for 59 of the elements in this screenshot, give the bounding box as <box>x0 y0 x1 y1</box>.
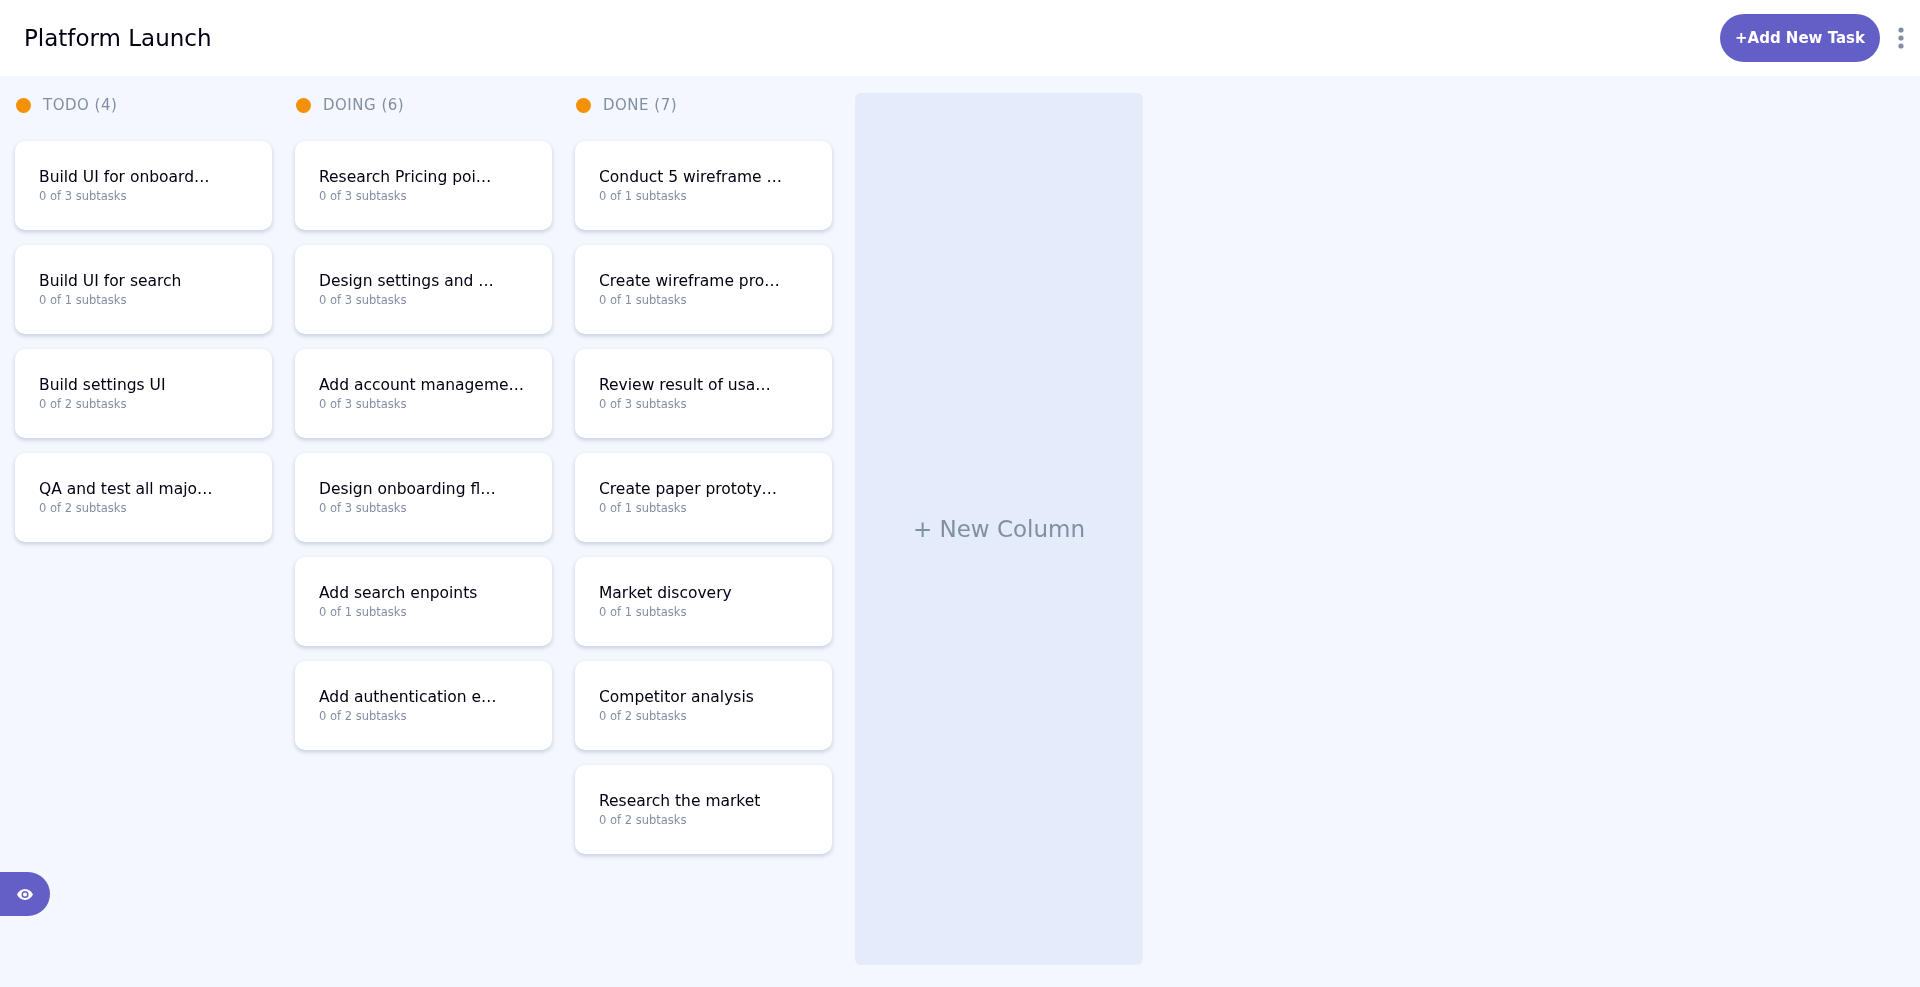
task-card[interactable]: Create wireframe pro… 0 of 1 subtasks <box>575 245 832 334</box>
task-title: Create wireframe pro… <box>599 272 781 290</box>
column-heading: TODO (4) <box>43 96 118 114</box>
subtask-count: 0 of 3 subtasks <box>319 397 408 411</box>
subtask-count: 0 of 1 subtasks <box>599 293 688 307</box>
column-heading: DOING (6) <box>323 96 405 114</box>
task-card[interactable]: Build UI for onboard… 0 of 3 subtasks <box>15 141 272 230</box>
task-title: Build UI for onboard… <box>39 168 211 186</box>
task-title: Research the market <box>599 792 762 810</box>
task-title: Review result of usa… <box>599 376 772 394</box>
task-card[interactable]: QA and test all majo… 0 of 2 subtasks <box>15 453 272 542</box>
task-title: Build UI for search <box>39 272 183 290</box>
task-title: Add search enpoints <box>319 584 479 602</box>
task-title: Conduct 5 wireframe … <box>599 168 784 186</box>
add-new-task-button[interactable]: +Add New Task <box>1720 14 1880 62</box>
column-heading: DONE (7) <box>603 96 678 114</box>
task-card[interactable]: Research Pricing poi… 0 of 3 subtasks <box>295 141 552 230</box>
subtask-count: 0 of 3 subtasks <box>599 397 688 411</box>
task-card[interactable]: Competitor analysis 0 of 2 subtasks <box>575 661 832 750</box>
task-card[interactable]: Add authentication e… 0 of 2 subtasks <box>295 661 552 750</box>
task-title: Market discovery <box>599 584 733 602</box>
task-title: Add authentication e… <box>319 688 498 706</box>
subtask-count: 0 of 1 subtasks <box>599 501 688 515</box>
subtask-count: 0 of 3 subtasks <box>319 189 408 203</box>
task-title: Create paper prototy… <box>599 480 779 498</box>
subtask-count: 0 of 3 subtasks <box>319 293 408 307</box>
task-title: Design onboarding fl… <box>319 480 497 498</box>
task-title: Design settings and … <box>319 272 495 290</box>
task-title: Add account manageme… <box>319 376 526 394</box>
task-title: Competitor analysis <box>599 688 755 706</box>
task-title: Build settings UI <box>39 376 167 394</box>
task-card[interactable]: Design onboarding fl… 0 of 3 subtasks <box>295 453 552 542</box>
subtask-count: 0 of 2 subtasks <box>39 397 128 411</box>
task-card[interactable]: Review result of usa… 0 of 3 subtasks <box>575 349 832 438</box>
subtask-count: 0 of 1 subtasks <box>39 293 128 307</box>
task-card[interactable]: Design settings and … 0 of 3 subtasks <box>295 245 552 334</box>
task-card[interactable]: Build settings UI 0 of 2 subtasks <box>15 349 272 438</box>
subtask-count: 0 of 3 subtasks <box>319 501 408 515</box>
task-card[interactable]: Add account manageme… 0 of 3 subtasks <box>295 349 552 438</box>
subtask-count: 0 of 1 subtasks <box>599 605 688 619</box>
task-card[interactable]: Market discovery 0 of 1 subtasks <box>575 557 832 646</box>
subtask-count: 0 of 3 subtasks <box>39 189 128 203</box>
more-options-icon[interactable] <box>1898 27 1904 49</box>
show-sidebar-button[interactable] <box>0 872 50 916</box>
task-card[interactable]: Add search enpoints 0 of 1 subtasks <box>295 557 552 646</box>
task-card[interactable]: Build UI for search 0 of 1 subtasks <box>15 245 272 334</box>
eye-icon <box>17 888 33 900</box>
subtask-count: 0 of 1 subtasks <box>319 605 408 619</box>
task-title: Research Pricing poi… <box>319 168 493 186</box>
subtask-count: 0 of 2 subtasks <box>599 813 688 827</box>
task-title: QA and test all majo… <box>39 480 214 498</box>
subtask-count: 0 of 1 subtasks <box>599 189 688 203</box>
subtask-count: 0 of 2 subtasks <box>599 709 688 723</box>
task-card[interactable]: Conduct 5 wireframe … 0 of 1 subtasks <box>575 141 832 230</box>
subtask-count: 0 of 2 subtasks <box>319 709 408 723</box>
task-card[interactable]: Research the market 0 of 2 subtasks <box>575 765 832 854</box>
board-title: Platform Launch <box>24 25 212 51</box>
subtask-count: 0 of 2 subtasks <box>39 501 128 515</box>
task-card[interactable]: Create paper prototy… 0 of 1 subtasks <box>575 453 832 542</box>
